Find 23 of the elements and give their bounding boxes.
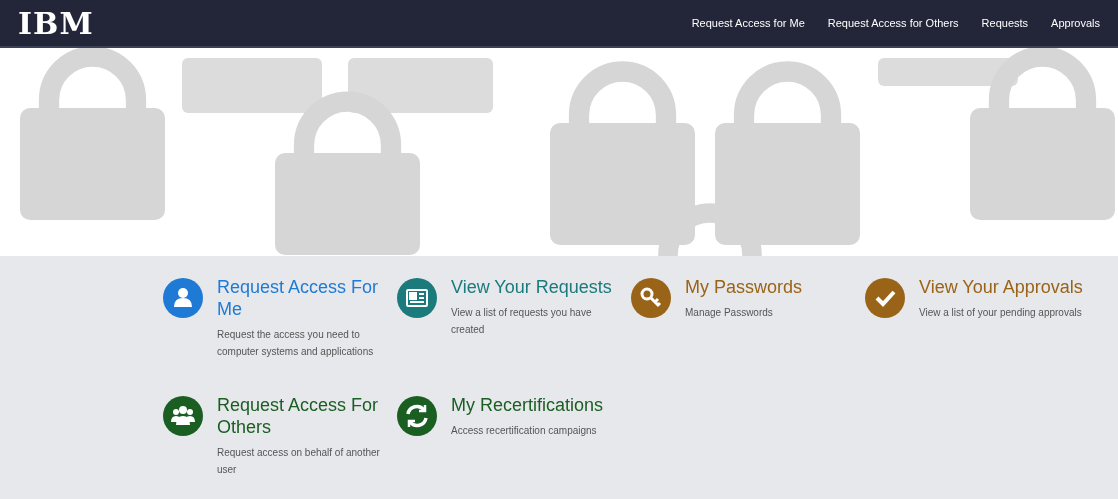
- logo[interactable]: IBM: [18, 5, 94, 41]
- check-icon[interactable]: [865, 278, 905, 318]
- tile-description: Manage Passwords: [685, 306, 774, 320]
- tile-title-link[interactable]: Request Access For Others: [217, 394, 382, 438]
- tile-description: Request the access you need to computer systems and applications: [217, 328, 375, 359]
- users-icon[interactable]: [163, 396, 203, 436]
- key-icon[interactable]: [631, 278, 671, 318]
- nav-link[interactable]: Requests: [981, 17, 1029, 29]
- nav-link[interactable]: Request Access for Me: [691, 17, 805, 29]
- tile-title-link[interactable]: Request Access For Me: [217, 276, 382, 320]
- tile-title-link[interactable]: My Recertifications: [451, 394, 616, 416]
- refresh-icon[interactable]: [397, 396, 437, 436]
- nav-link[interactable]: Request Access for Others: [827, 17, 959, 29]
- tile-title-link[interactable]: View Your Requests: [451, 276, 616, 298]
- tile-description: Access recertification campaigns: [451, 424, 598, 438]
- tile-description: View a list of your pending approvals: [919, 306, 1083, 320]
- tile-description: Request access on behalf of another user: [217, 446, 381, 477]
- user-icon[interactable]: [163, 278, 203, 318]
- tile-title-link[interactable]: View Your Approvals: [919, 276, 1084, 298]
- tile-description: View a list of requests you have created: [451, 306, 593, 337]
- card-icon[interactable]: [397, 278, 437, 318]
- tile-title-link[interactable]: My Passwords: [685, 276, 850, 298]
- nav-link[interactable]: Approvals: [1051, 17, 1100, 29]
